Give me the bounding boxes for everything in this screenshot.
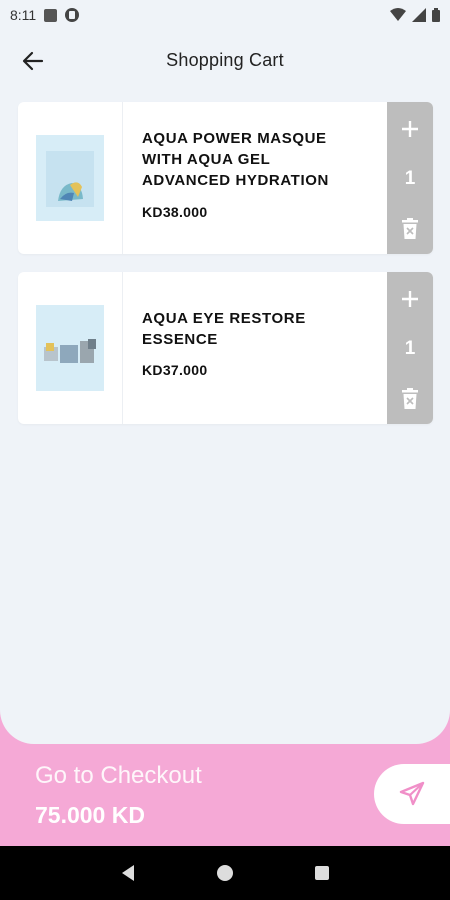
product-price: KD38.000 (142, 204, 208, 220)
system-nav-bar (0, 846, 450, 900)
remove-item-button[interactable] (395, 214, 425, 244)
product-image-container (18, 272, 123, 424)
checkout-bar: Go to Checkout 75.000 KD (0, 744, 450, 846)
send-icon (399, 781, 425, 806)
nav-recents-button[interactable] (310, 861, 334, 885)
app-bar: Shopping Cart (0, 30, 450, 90)
nav-home-button[interactable] (213, 861, 237, 885)
product-info: AQUA EYE RESTORE ESSENCE KD37.000 (142, 272, 387, 424)
nav-back-button[interactable] (116, 861, 140, 885)
plus-icon (402, 121, 418, 137)
notification-app-icon (65, 8, 80, 22)
back-arrow-icon (22, 51, 44, 71)
nav-home-icon (216, 865, 233, 881)
product-info: AQUA POWER MASQUE WITH AQUA GEL ADVANCED… (142, 102, 387, 254)
cart-item: AQUA EYE RESTORE ESSENCE KD37.000 1 (18, 272, 433, 424)
product-image[interactable] (36, 305, 104, 391)
checkout-total: 75.000 KD (35, 802, 145, 828)
back-button[interactable] (18, 46, 48, 76)
checkout-label[interactable]: Go to Checkout (35, 762, 202, 790)
product-price: KD37.000 (142, 362, 208, 378)
trash-icon (402, 218, 418, 239)
cart-item: AQUA POWER MASQUE WITH AQUA GEL ADVANCED… (18, 102, 433, 254)
increase-quantity-button[interactable] (395, 114, 425, 144)
product-image[interactable] (36, 135, 104, 221)
battery-icon (432, 8, 440, 22)
cart-screen: Shopping Cart AQUA POWER MASQUE WITH AQU… (0, 30, 450, 744)
product-name[interactable]: AQUA POWER MASQUE WITH AQUA GEL ADVANCED… (142, 128, 352, 191)
trash-icon (402, 388, 418, 409)
nav-recents-icon (314, 866, 329, 880)
wifi-icon (390, 8, 406, 21)
product-name[interactable]: AQUA EYE RESTORE ESSENCE (142, 308, 352, 350)
status-time: 8:11 (10, 7, 37, 23)
checkout-button[interactable] (374, 764, 450, 824)
notification-square-icon (44, 8, 58, 22)
status-bar: 8:11 (0, 0, 450, 30)
increase-quantity-button[interactable] (395, 284, 425, 314)
quantity-panel: 1 (387, 272, 433, 424)
quantity-panel: 1 (387, 102, 433, 254)
cell-signal-icon (412, 8, 426, 22)
plus-icon (402, 291, 418, 307)
quantity-value: 1 (404, 338, 416, 359)
page-title: Shopping Cart (166, 49, 284, 70)
remove-item-button[interactable] (395, 384, 425, 414)
quantity-value: 1 (404, 168, 416, 189)
product-image-container (18, 102, 123, 254)
nav-back-icon (122, 865, 135, 881)
